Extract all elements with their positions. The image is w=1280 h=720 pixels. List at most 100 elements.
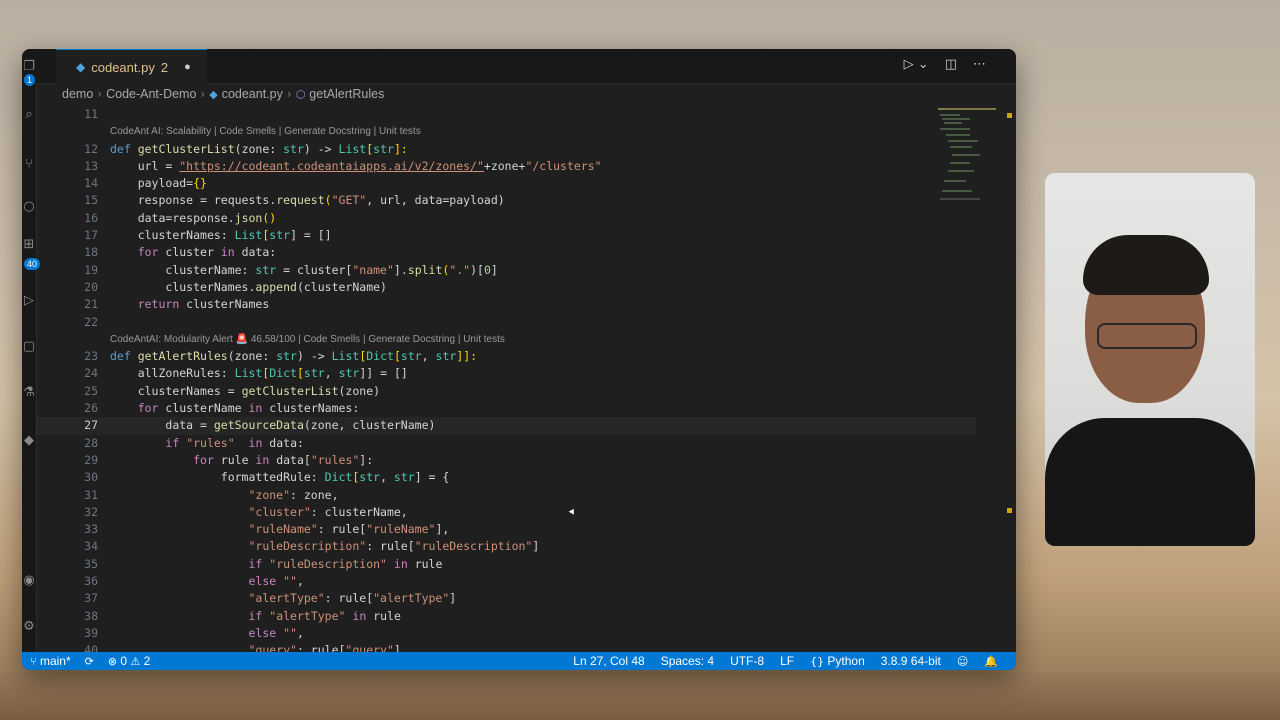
tab-filename: codeant.py	[91, 59, 155, 75]
code-token: ""	[283, 625, 297, 640]
feedback-icon[interactable]: ☺	[957, 655, 968, 668]
more-actions-icon[interactable]: ⋯	[973, 57, 986, 72]
minimap-line	[940, 114, 960, 116]
code-token: "query"	[345, 643, 394, 652]
run-debug-icon[interactable]: ▷	[22, 293, 36, 309]
minimap-line	[944, 180, 966, 182]
code-token: ]	[449, 591, 457, 606]
git-branch-icon: ⑂	[30, 655, 37, 668]
code-token: in	[393, 556, 408, 571]
code-token: ]]:	[456, 349, 478, 364]
language-name: Python	[827, 654, 865, 668]
tab-codeant-py[interactable]: ◆ codeant.py 2 ●	[56, 49, 207, 84]
minimap-line	[946, 134, 970, 136]
code-token: "ruleName"	[366, 522, 436, 537]
encoding[interactable]: UTF-8	[730, 654, 764, 668]
warning-count: 2	[143, 654, 151, 668]
code-token: else	[248, 574, 277, 589]
code-token: "query"	[248, 643, 297, 652]
code-token: clusterNames:	[262, 401, 360, 416]
code-token: data:	[234, 245, 277, 260]
split-editor-icon[interactable]: ◫	[945, 57, 957, 72]
cursor-position[interactable]: Ln 27, Col 48	[573, 654, 644, 668]
branch-indicator[interactable]: ⑂ main*	[30, 654, 71, 668]
line-number: 18	[84, 245, 98, 260]
minimap-line	[942, 190, 972, 192]
code-token: (	[324, 193, 332, 208]
code-token: rule	[407, 556, 443, 571]
code-token: data[	[269, 452, 311, 467]
code-editor[interactable]: 11 CodeAnt AI: Scalability | Code Smells…	[36, 106, 976, 652]
vertical-scrollbar[interactable]	[1002, 106, 1016, 652]
python-interpreter[interactable]: 3.8.9 64-bit	[881, 654, 941, 668]
presenter-glasses	[1097, 323, 1197, 349]
extensions-icon[interactable]: ⊞	[22, 237, 36, 253]
code-token: List	[338, 141, 367, 156]
sync-icon[interactable]: ⟳	[85, 655, 94, 668]
line-number: 13	[84, 158, 98, 173]
code-token: "zone"	[248, 487, 291, 502]
circle-icon[interactable]: ○	[22, 199, 36, 215]
code-token: data =	[165, 418, 214, 433]
problems-indicator[interactable]: ⊗ 0 ⚠ 2	[108, 654, 151, 668]
code-token: else	[248, 625, 277, 640]
settings-gear-icon[interactable]: ⚙	[22, 619, 36, 635]
notifications-bell-icon[interactable]: 🔔	[984, 655, 998, 668]
end-of-line[interactable]: LF	[780, 654, 794, 668]
testing-icon[interactable]: ⚗	[22, 385, 36, 401]
breadcrumb-item[interactable]: codeant.py	[222, 87, 283, 101]
line-number: 24	[84, 366, 98, 381]
code-token: (zone)	[338, 383, 381, 398]
codelens-modularity-alert[interactable]: CodeAntAI: Modularity Alert 🚨 46.58/100 …	[36, 331, 976, 348]
code-token: "alertType"	[248, 591, 325, 606]
code-token: : rule[	[366, 539, 415, 554]
breadcrumb-item[interactable]: demo	[62, 87, 93, 101]
breadcrumb-item[interactable]: Code-Ant-Demo	[106, 87, 196, 101]
code-token: "cluster"	[248, 504, 311, 519]
code-token: str	[393, 470, 415, 485]
code-token: return	[137, 297, 180, 312]
minimap[interactable]	[938, 106, 1002, 206]
line-number: 39	[84, 625, 98, 640]
line-number: 28	[84, 435, 98, 450]
minimap-line	[948, 170, 974, 172]
code-token: (zone, clusterName)	[303, 418, 436, 433]
breadcrumb-item[interactable]: getAlertRules	[309, 87, 384, 101]
explorer-icon[interactable]: ❐	[22, 59, 36, 75]
line-number: 19	[84, 262, 98, 277]
code-token: ()	[262, 210, 277, 225]
code-token: ]:	[359, 452, 374, 467]
source-control-icon[interactable]: ⑂	[22, 157, 36, 173]
code-line: 35 if "ruleDescription" in rule	[36, 556, 976, 573]
code-token: getClusterList	[241, 383, 339, 398]
background-ground	[0, 672, 1280, 720]
run-python-icon[interactable]: ▷ ⌄	[904, 57, 929, 72]
remote-explorer-icon[interactable]: ▢	[22, 339, 36, 355]
search-icon[interactable]: ⌕	[22, 107, 36, 123]
code-token: if	[248, 556, 263, 571]
code-line: 33 "ruleName": rule["ruleName"],	[36, 521, 976, 538]
code-line: 15 response = requests.request("GET", ur…	[36, 192, 976, 209]
language-mode[interactable]: {} Python	[810, 654, 865, 668]
code-token: formattedRule:	[220, 470, 325, 485]
code-token: ]:	[393, 141, 408, 156]
code-line: 29 for rule in data["rules"]:	[36, 452, 976, 469]
codeant-icon[interactable]: ◆	[22, 433, 36, 449]
indentation[interactable]: Spaces: 4	[661, 654, 714, 668]
codelens-scalability[interactable]: CodeAnt AI: Scalability | Code Smells | …	[36, 123, 976, 140]
code-line: 37 "alertType": rule["alertType"]	[36, 590, 976, 607]
code-line: 34 "ruleDescription": rule["ruleDescript…	[36, 538, 976, 555]
line-number: 17	[84, 228, 98, 243]
line-number: 38	[84, 608, 98, 623]
code-token: str	[373, 141, 394, 156]
code-token: {}	[193, 176, 207, 191]
minimap-line	[940, 198, 980, 200]
line-number: 34	[84, 539, 98, 554]
line-number: 25	[84, 383, 98, 398]
code-token: getSourceData	[213, 418, 304, 433]
line-number: 30	[84, 470, 98, 485]
unsaved-dot-icon[interactable]: ●	[184, 61, 191, 73]
code-token: str	[255, 262, 277, 277]
account-icon[interactable]: ◉	[22, 573, 36, 589]
